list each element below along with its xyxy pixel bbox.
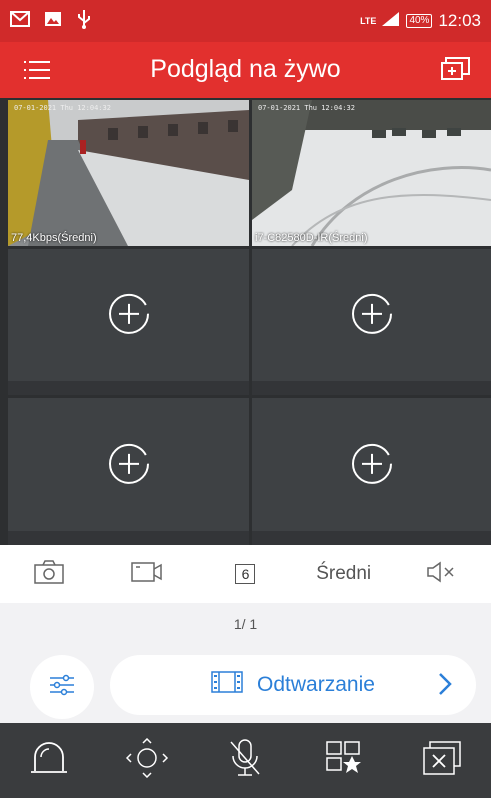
live-tile-2[interactable]: 07-01-2021 Thu 12:04:32 i7-C82580D-IR(Śr… — [252, 100, 491, 246]
playback-button[interactable]: Odtwarzanie — [110, 655, 476, 715]
osd-timestamp: 07-01-2021 Thu 12:04:32 — [258, 104, 355, 112]
mic-muted-icon — [227, 738, 263, 783]
battery-indicator: 40% — [406, 14, 433, 28]
window-count: 6 — [235, 564, 256, 584]
snapshot-button[interactable] — [9, 554, 89, 594]
empty-tile-6[interactable] — [252, 398, 491, 545]
page-title: Podgląd na żywo — [150, 55, 341, 83]
live-tile-1[interactable]: 07-01-2021 Thu 12:04:32 77,4Kbps(Średni) — [8, 100, 249, 246]
bottom-bar — [0, 723, 491, 798]
camera-icon — [34, 559, 64, 589]
speaker-muted-icon — [426, 561, 458, 588]
settings-button[interactable] — [30, 655, 94, 719]
live-view-grid: 07-01-2021 Thu 12:04:32 77,4Kbps(Średni)… — [0, 98, 491, 545]
add-camera-icon[interactable] — [351, 293, 393, 340]
live-toolbar: 6 Średni — [0, 545, 491, 603]
close-all-icon — [422, 740, 462, 781]
image-icon — [44, 11, 62, 32]
quality-button[interactable]: Średni — [304, 554, 384, 594]
add-camera-icon[interactable] — [108, 442, 150, 489]
empty-tile-5[interactable] — [8, 398, 249, 545]
quality-label: Średni — [316, 563, 372, 584]
film-icon — [211, 671, 243, 699]
add-camera-icon[interactable] — [108, 293, 150, 340]
window-split-button[interactable]: 6 — [205, 554, 285, 594]
talk-button[interactable] — [210, 731, 280, 791]
camera-feed-parking — [252, 100, 491, 246]
add-camera-icon[interactable] — [351, 442, 393, 489]
video-record-icon — [131, 561, 163, 588]
favorites-icon — [325, 740, 363, 781]
osd-timestamp: 07-01-2021 Thu 12:04:32 — [14, 104, 111, 112]
empty-tile-4[interactable] — [252, 249, 491, 395]
page-indicator: 1/ 1 — [233, 616, 258, 632]
ptz-control-icon — [125, 737, 169, 783]
clock: 12:03 — [438, 11, 481, 30]
app-bar: Podgląd na żywo — [0, 42, 491, 98]
status-bar: LTE 40% 12:03 — [0, 0, 491, 42]
sliders-icon — [49, 674, 75, 701]
alarm-light-icon — [29, 741, 69, 780]
chevron-right-icon — [438, 672, 452, 702]
playback-label: Odtwarzanie — [257, 673, 375, 696]
controls-panel: 1/ 1 Odtwarzanie — [0, 603, 491, 723]
signal-icon — [382, 11, 400, 31]
stream-label: i7-C82580D-IR(Średni) — [255, 232, 368, 244]
add-window-icon[interactable] — [441, 56, 471, 87]
audio-button[interactable] — [402, 554, 482, 594]
stream-label: 77,4Kbps(Średni) — [11, 232, 97, 244]
ptz-button[interactable] — [112, 731, 182, 791]
network-type: LTE — [360, 15, 377, 26]
favorites-button[interactable] — [309, 731, 379, 791]
gmail-icon — [10, 10, 30, 32]
close-all-button[interactable] — [407, 731, 477, 791]
empty-tile-3[interactable] — [8, 249, 249, 395]
record-button[interactable] — [107, 554, 187, 594]
camera-feed-street — [8, 100, 249, 246]
usb-icon — [76, 9, 92, 34]
alarm-output-button[interactable] — [14, 731, 84, 791]
